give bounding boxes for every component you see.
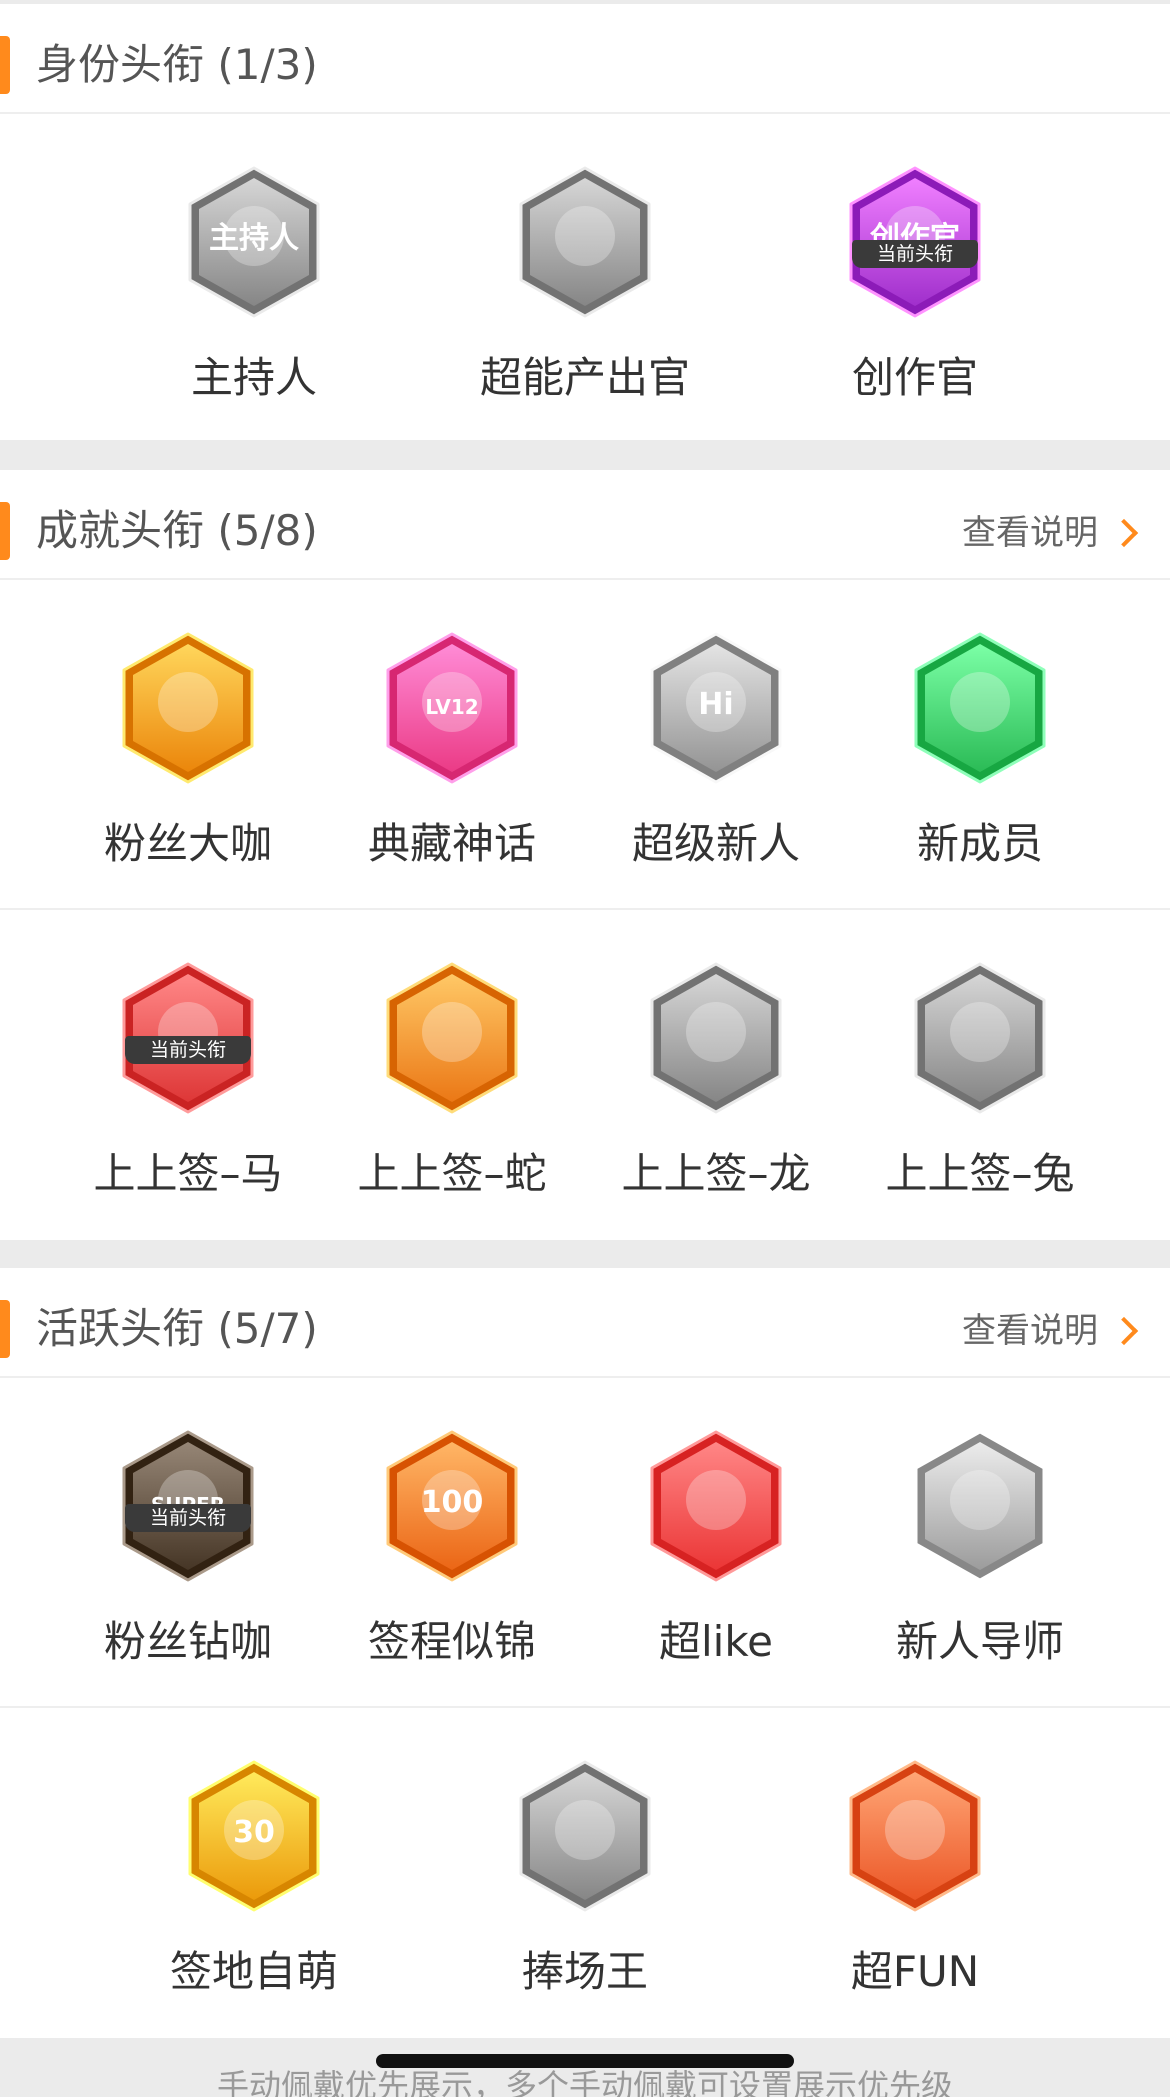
rock-hand-badge-icon — [845, 1758, 985, 1914]
badge-row: 30 签地自萌 捧场王 超FUN — [0, 1708, 1170, 2038]
badge-label: 超级新人 — [631, 819, 800, 868]
section-accent-bar — [0, 36, 10, 94]
section-title: 活跃头衔 (5/7) — [36, 1304, 318, 1353]
section-title: 成就头衔 (5/8) — [36, 506, 318, 555]
section-header: 身份头衔 (1/3) — [0, 4, 1170, 114]
footer-note: 手动佩戴优先展示，多个手动佩戴可设置展示优先级 — [216, 2067, 953, 2097]
badge-item-new-member[interactable]: 新成员 — [848, 580, 1112, 910]
svg-text:LV12: LV12 — [425, 695, 478, 719]
badge-label: 粉丝钻咖 — [103, 1617, 272, 1666]
view-description-label: 查看说明 — [962, 513, 1098, 553]
rocket-badge-icon — [515, 164, 655, 320]
section-identity-titles: 身份头衔 (1/3) 主持人 主持人 超能产出官 创作官 当前头衔 创作官 — [0, 4, 1170, 440]
badge-item-snake[interactable]: 上上签–蛇 — [320, 910, 584, 1240]
badge-hexagon-shape — [122, 632, 254, 784]
badge-item-dragon[interactable]: 上上签–龙 — [584, 910, 848, 1240]
hi-badge-icon: Hi — [646, 630, 786, 786]
badge-hexagon-shape: 主持人 — [188, 166, 320, 318]
badge-item-super-producer[interactable]: 超能产出官 — [453, 114, 717, 444]
badge-label: 新成员 — [916, 819, 1043, 868]
badge-item-rabbit[interactable]: 上上签–兔 — [848, 910, 1112, 1240]
badge-label: 捧场王 — [521, 1947, 648, 1996]
badge-hexagon-shape — [386, 962, 518, 1114]
badge-label: 签地自萌 — [169, 1947, 338, 1996]
30-days-badge-icon: 30 — [184, 1758, 324, 1914]
badge-label: 超FUN — [850, 1947, 980, 1996]
chevron-right-icon — [1109, 1316, 1139, 1346]
badge-hexagon-shape — [650, 1430, 782, 1582]
100-days-badge-icon: 100 — [382, 1428, 522, 1584]
badge-label: 超能产出官 — [479, 353, 690, 402]
badge-label: 创作官 — [851, 353, 978, 402]
badge-label: 签程似锦 — [367, 1617, 536, 1666]
badge-hexagon-shape — [914, 632, 1046, 784]
badge-hexagon-shape — [519, 166, 651, 318]
badge-item-legend[interactable]: LV12 典藏神话 — [320, 580, 584, 910]
current-title-tag: 当前头衔 — [852, 240, 978, 268]
badge-label: 上上签–龙 — [621, 1149, 811, 1198]
badge-label: 上上签–蛇 — [357, 1149, 547, 1198]
badge-label: 典藏神话 — [367, 819, 536, 868]
section-achievement-titles: 成就头衔 (5/8) 查看说明 粉丝大咖 LV12 典藏神话 Hi 超级新人 新… — [0, 470, 1170, 1240]
lv12-badge-icon: LV12 — [382, 630, 522, 786]
svg-text:30: 30 — [233, 1815, 275, 1850]
badge-hexagon-shape: 30 — [188, 1760, 320, 1912]
badge-item-host[interactable]: 主持人 主持人 — [122, 114, 386, 444]
view-description-label: 查看说明 — [962, 1311, 1098, 1351]
badge-label: 超like — [658, 1617, 773, 1666]
section-title: 身份头衔 (1/3) — [36, 40, 318, 89]
dragon-badge-icon — [646, 960, 786, 1116]
badge-row: SUPER 当前头衔 粉丝钻咖 100 签程似锦 超like 新人导师 — [0, 1378, 1170, 1708]
badge-item-creator[interactable]: 创作官 当前头衔 创作官 — [783, 114, 1047, 444]
view-description-link[interactable]: 查看说明 — [962, 508, 1139, 558]
badge-item-fan-star[interactable]: 粉丝大咖 — [56, 580, 320, 910]
badge-label: 上上签–兔 — [885, 1149, 1075, 1198]
badge-label: 上上签–马 — [93, 1149, 283, 1198]
badge-item-cheer-king[interactable]: 捧场王 — [453, 1708, 717, 2038]
badge-label: 主持人 — [190, 353, 317, 402]
hand-badge-icon — [910, 630, 1050, 786]
chevron-right-icon — [1109, 518, 1139, 548]
badge-item-100-days[interactable]: 100 签程似锦 — [320, 1378, 584, 1708]
badge-item-super-like[interactable]: 超like — [584, 1378, 848, 1708]
badge-item-horse[interactable]: 当前头衔 上上签–马 — [56, 910, 320, 1240]
badge-hexagon-shape — [650, 962, 782, 1114]
view-description-link[interactable]: 查看说明 — [962, 1306, 1139, 1356]
section-accent-bar — [0, 502, 10, 560]
badge-hexagon-shape — [914, 1430, 1046, 1582]
trophy-badge-icon — [646, 1428, 786, 1584]
svg-text:100: 100 — [421, 1485, 484, 1520]
badge-hexagon-shape — [914, 962, 1046, 1114]
current-title-tag: 当前头衔 — [125, 1036, 251, 1064]
badge-hexagon-shape: LV12 — [386, 632, 518, 784]
badge-label: 新人导师 — [895, 1617, 1064, 1666]
section-activity-titles: 活跃头衔 (5/7) 查看说明 SUPER 当前头衔 粉丝钻咖 100 签程似锦… — [0, 1268, 1170, 2038]
snake-badge-icon — [382, 960, 522, 1116]
badge-hexagon-shape: Hi — [650, 632, 782, 784]
badge-item-super-fun[interactable]: 超FUN — [783, 1708, 1047, 2038]
cheer-badge-icon — [515, 1758, 655, 1914]
section-header: 活跃头衔 (5/7) 查看说明 — [0, 1268, 1170, 1378]
crown-badge-icon — [118, 630, 258, 786]
rabbit-badge-icon — [910, 960, 1050, 1116]
home-indicator[interactable] — [376, 2054, 794, 2068]
svg-text:主持人: 主持人 — [209, 221, 299, 256]
badge-label: 粉丝大咖 — [103, 819, 272, 868]
badge-item-30-days[interactable]: 30 签地自萌 — [122, 1708, 386, 2038]
graduation-cap-badge-icon — [910, 1428, 1050, 1584]
badge-item-mentor[interactable]: 新人导师 — [848, 1378, 1112, 1708]
section-accent-bar — [0, 1300, 10, 1358]
badge-row: 当前头衔 上上签–马 上上签–蛇 上上签–龙 上上签–兔 — [0, 910, 1170, 1240]
badge-row: 粉丝大咖 LV12 典藏神话 Hi 超级新人 新成员 — [0, 580, 1170, 910]
microphone-badge-icon: 主持人 — [184, 164, 324, 320]
badge-hexagon-shape — [519, 1760, 651, 1912]
section-header: 成就头衔 (5/8) 查看说明 — [0, 470, 1170, 580]
current-title-tag: 当前头衔 — [125, 1504, 251, 1532]
badge-item-super-newbie[interactable]: Hi 超级新人 — [584, 580, 848, 910]
badge-hexagon-shape: 100 — [386, 1430, 518, 1582]
badge-row: 主持人 主持人 超能产出官 创作官 当前头衔 创作官 — [0, 114, 1170, 440]
badge-item-fan-diamond[interactable]: SUPER 当前头衔 粉丝钻咖 — [56, 1378, 320, 1708]
svg-text:Hi: Hi — [698, 687, 733, 722]
badge-hexagon-shape — [849, 1760, 981, 1912]
